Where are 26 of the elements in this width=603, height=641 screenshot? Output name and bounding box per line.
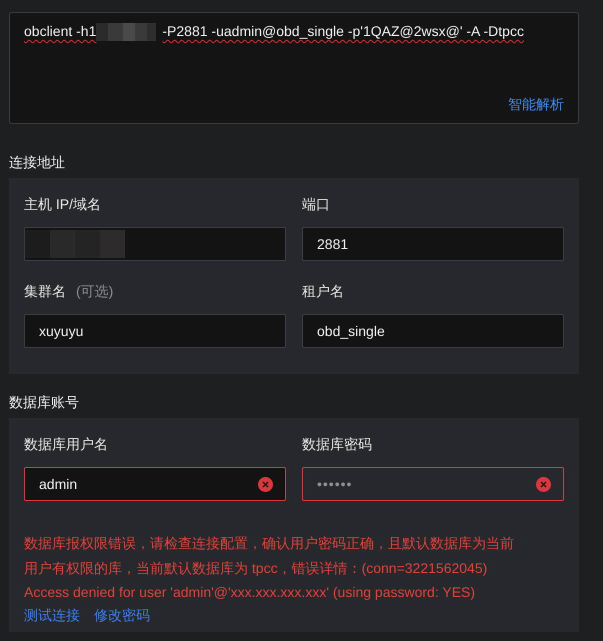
field-label: 数据库用户名 [24,435,108,454]
error-message: 数据库报权限错误，请检查连接配置，确认用户密码正确，且默认数据库为当前 [24,534,515,553]
command-text: -P2881 -uadmin@obd_single -p'1QAZ@2wsx@' -A -Dtpcc [162,22,524,41]
command-text: obclient -h1 [24,22,96,41]
parse-link[interactable]: 智能解析 [508,94,564,115]
field-label: 数据库密码 [302,435,372,454]
input-field[interactable]: admin [24,467,286,501]
input-field[interactable] [24,227,286,261]
field-hint: (可选) [76,282,114,301]
action-link[interactable]: 修改密码 [94,604,150,626]
input-field[interactable]: obd_single [302,314,564,348]
section-title: 连接地址 [9,153,66,172]
input-field[interactable]: xuyuyu [24,314,286,348]
field-label: 集群名 [24,282,66,301]
password-field[interactable]: •••••• [302,467,564,501]
error-message: Access denied for user 'admin'@'xxx.xxx.xxx.xxx' (using password: YES) [24,583,476,602]
command-textarea[interactable]: obclient -h1 -P2881 -uadmin@obd_single -p'1QAZ@2wsx@' -A -Dtpcc 智能解析 [9,12,579,124]
input-field[interactable]: 2881 [302,227,564,261]
action-link[interactable]: 测试连接 [24,604,80,626]
clear-icon[interactable] [536,476,551,492]
section-title: 数据库账号 [9,393,80,412]
clear-icon[interactable] [258,476,273,492]
field-label: 端口 [302,195,330,214]
field-label: 租户名 [302,282,344,301]
error-message: 用户有权限的库，当前默认数据库为 tpcc，错误详情：(conn=3221562045) [24,558,488,578]
field-label: 主机 IP/域名 [24,195,102,214]
